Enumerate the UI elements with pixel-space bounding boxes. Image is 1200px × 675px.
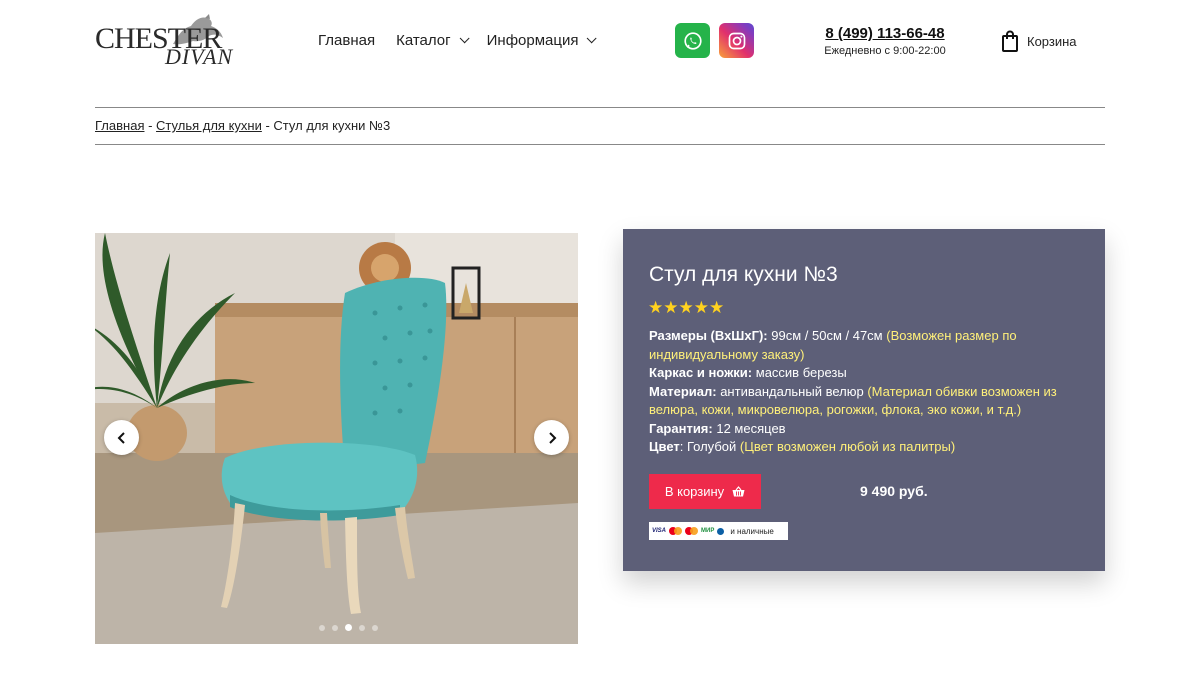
nav-item-home[interactable]: Главная: [318, 32, 375, 49]
breadcrumb-home[interactable]: Главная: [95, 118, 144, 133]
spec-color: Цвет: Голубой (Цвет возможен любой из па…: [649, 438, 1069, 457]
gallery-dot[interactable]: [372, 624, 378, 631]
spec-frame-label: Каркас и ножки:: [649, 365, 753, 380]
nav-item-catalog[interactable]: Каталог: [396, 32, 470, 49]
spec-material-label: Материал:: [649, 383, 717, 399]
divider-top: [95, 107, 1105, 108]
working-hours: Ежедневно с 9:00-22:00: [824, 45, 946, 57]
mir-logo: МИР: [701, 528, 715, 534]
rating-stars: ★★★★★: [648, 298, 725, 317]
visa-logo: VISA: [652, 528, 667, 534]
whatsapp-button[interactable]: [675, 23, 710, 58]
spec-color-note: (Цвет возможен любой из палитры): [739, 439, 956, 454]
cash-label: и наличные: [730, 526, 774, 536]
spec-warranty-label: Гарантия:: [649, 420, 713, 436]
chevron-right-icon: [548, 431, 556, 444]
product-title: Стул для кухни №3: [649, 263, 838, 286]
cart-link[interactable]: Корзина: [1001, 30, 1077, 52]
payment-methods: VISA МИР и наличные: [649, 522, 788, 540]
product-price: 9 490 руб.: [860, 483, 928, 499]
main-nav: Главная Каталог Информация: [318, 32, 598, 49]
chevron-down-icon: [587, 33, 598, 44]
breadcrumb-current: Стул для кухни №3: [273, 118, 391, 133]
spec-color-label: Цвет: [649, 439, 680, 454]
spec-frame-value: массив березы: [755, 365, 847, 380]
site-logo[interactable]: CHESTER DIVAN: [95, 14, 234, 70]
nav-item-info[interactable]: Информация: [486, 32, 598, 49]
spec-warranty: Гарантия: 12 месяцев: [649, 420, 1069, 439]
contact-phone: 8 (499) 113-66-48 Ежедневно с 9:00-22:00: [820, 25, 950, 57]
divider-bottom: [95, 144, 1105, 145]
gallery-next-button[interactable]: [534, 420, 569, 455]
spec-material-value: антивандальный велюр: [720, 383, 864, 399]
whatsapp-icon: [683, 31, 702, 50]
spec-warranty-value: 12 месяцев: [716, 420, 786, 436]
instagram-button[interactable]: [719, 23, 754, 58]
spec-size-value: 99см / 50см / 47см: [771, 328, 883, 343]
shopping-bag-icon: [1002, 30, 1018, 52]
product-specs: Размеры (ВхШхГ): 99см / 50см / 47см (Воз…: [649, 327, 1069, 457]
phone-link[interactable]: 8 (499) 113-66-48: [820, 25, 950, 42]
chevron-down-icon: [459, 33, 470, 44]
nav-home-label: Главная: [318, 32, 376, 49]
gallery-dot[interactable]: [332, 624, 338, 631]
nav-catalog-label: Каталог: [396, 32, 451, 49]
breadcrumb-category[interactable]: Стулья для кухни: [156, 118, 262, 133]
spec-size: Размеры (ВхШхГ): 99см / 50см / 47см (Воз…: [649, 327, 1069, 364]
spec-color-value: : Голубой: [679, 439, 737, 454]
add-to-cart-label: В корзину: [664, 484, 725, 499]
card-icon: [717, 527, 725, 535]
spec-frame: Каркас и ножки: массив березы: [649, 364, 1069, 383]
basket-icon: [732, 486, 745, 497]
spec-material: Материал: антивандальный велюр (Материал…: [649, 383, 1069, 420]
spec-size-label: Размеры (ВхШхГ):: [649, 328, 768, 343]
breadcrumb: Главная - Стулья для кухни - Стул для ку…: [95, 118, 390, 133]
gallery-dot[interactable]: [319, 624, 325, 631]
gallery-prev-button[interactable]: [104, 420, 139, 455]
product-gallery[interactable]: [95, 233, 578, 644]
breadcrumb-separator: -: [144, 118, 157, 133]
gallery-pagination: [319, 624, 378, 631]
nav-info-label: Информация: [486, 32, 579, 49]
cart-label: Корзина: [1027, 33, 1077, 49]
site-header: CHESTER DIVAN Главная Каталог Информация: [0, 0, 1200, 90]
gallery-dot[interactable]: [359, 624, 365, 631]
mastercard-icon: [669, 527, 683, 535]
instagram-icon: [728, 32, 745, 49]
logo-text-divan: DIVAN: [165, 44, 234, 69]
add-to-cart-button[interactable]: В корзину: [649, 474, 761, 509]
gallery-dot-active[interactable]: [345, 624, 352, 631]
maestro-icon: [685, 527, 699, 535]
breadcrumb-separator: -: [261, 118, 274, 133]
product-info-panel: Стул для кухни №3 ★★★★★ Размеры (ВхШхГ):…: [623, 229, 1105, 571]
chevron-left-icon: [117, 431, 125, 444]
product-photo: [95, 233, 578, 644]
